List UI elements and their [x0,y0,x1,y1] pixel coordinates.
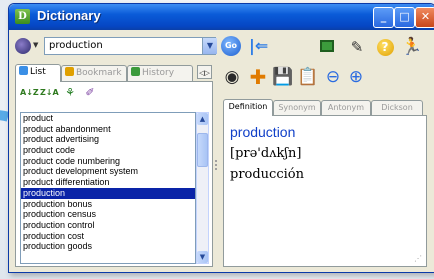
help-icon[interactable]: ? [375,37,395,57]
history-icon [131,67,140,76]
list-scrollbar[interactable]: ▲ ▼ [196,112,209,264]
list-item[interactable]: production control [21,220,195,231]
language-selector-icon[interactable] [15,38,31,54]
maximize-button[interactable]: □ [394,7,415,28]
tab-antonym[interactable]: Antonym [321,100,371,115]
zoom-out-icon[interactable]: ⊖ [322,66,344,88]
search-dropdown-button[interactable]: ▼ [202,38,217,54]
save-icon[interactable]: 💾 [272,66,294,88]
tab-synonym[interactable]: Synonym [273,100,321,115]
magnifier-icon [19,66,28,75]
go-button[interactable]: Go [221,36,241,56]
dictionary-icon: D [15,9,30,24]
definition-content: production [prə'dʌkʃn] producción ⋰ [223,115,427,267]
list-item-selected[interactable]: production [21,187,195,199]
list-item[interactable]: product advertising [21,134,195,145]
pen-icon[interactable]: ✎ [347,37,367,57]
note-icon[interactable]: 📋 [297,66,319,88]
word-list[interactable]: product product abandonment product adve… [20,112,196,264]
list-item[interactable]: production census [21,209,195,220]
scroll-down-button[interactable]: ▼ [197,251,208,263]
pronunciation: [prə'dʌkʃn] [230,146,302,161]
word-list-pane: List Bookmark History ◁▷ A↓Z Z↓A ⚘ ✐ pro… [15,64,213,267]
scroll-up-button[interactable]: ▲ [197,113,208,125]
tab-dickson[interactable]: Dickson [371,100,423,115]
headword: production [230,124,296,140]
add-icon[interactable]: ✚ [247,66,269,88]
sort-za-icon[interactable]: Z↓A [40,85,59,101]
tab-list[interactable]: List [15,64,61,82]
exit-icon[interactable]: 🏃 [401,37,422,57]
list-item[interactable]: product code numbering [21,156,195,167]
list-item[interactable]: production cost [21,231,195,242]
filter-icon[interactable]: ⚘ [62,85,78,101]
tab-scroll-button[interactable]: ◁▷ [197,65,212,79]
search-input[interactable]: production [44,37,216,55]
back-arrow-icon[interactable]: |⇐ [249,36,268,55]
left-tabs: List Bookmark History ◁▷ [15,64,213,82]
list-item[interactable]: product code [21,145,195,156]
bookmark-icon [65,67,74,76]
search-toolbar: ▼ production ▼ Go |⇐ ✎ ? 🏃 [9,32,434,60]
close-button[interactable]: ✕ [415,7,434,28]
tab-definition[interactable]: Definition [223,99,273,116]
dictionary-window: D Dictionary _ □ ✕ ▼ production ▼ Go |⇐ … [8,3,434,273]
list-item[interactable]: production goods [21,241,195,252]
title-bar[interactable]: D Dictionary _ □ ✕ [9,4,434,30]
definition-tabs: Definition Synonym Antonym Dickson [223,99,429,116]
screen-icon[interactable] [317,37,337,57]
list-item[interactable]: product [21,113,195,124]
window-title: Dictionary [37,8,101,23]
tab-bookmark[interactable]: Bookmark [61,65,127,81]
list-panel: A↓Z Z↓A ⚘ ✐ product product abandonment … [15,81,213,267]
minimize-button[interactable]: _ [373,7,394,28]
list-item[interactable]: production bonus [21,199,195,210]
list-item[interactable]: product abandonment [21,124,195,135]
edit-icon[interactable]: ✐ [82,85,98,101]
chevron-down-icon[interactable]: ▼ [33,41,38,49]
speak-icon[interactable]: ◉ [221,66,243,88]
list-item[interactable]: product development system [21,166,195,177]
sort-az-icon[interactable]: A↓Z [20,85,39,101]
translation: producción [230,167,304,182]
tab-history[interactable]: History [127,65,193,81]
zoom-in-icon[interactable]: ⊕ [345,66,367,88]
list-item[interactable]: product differentiation [21,177,195,188]
definition-pane: ◉ ✚ 💾 📋 ⊖ ⊕ Definition Synonym Antonym D… [219,64,431,267]
scrollbar-thumb[interactable] [197,133,208,167]
resize-grip-icon[interactable]: ⋰ [414,254,424,264]
definition-toolbar: ◉ ✚ 💾 📋 ⊖ ⊕ [219,64,431,90]
